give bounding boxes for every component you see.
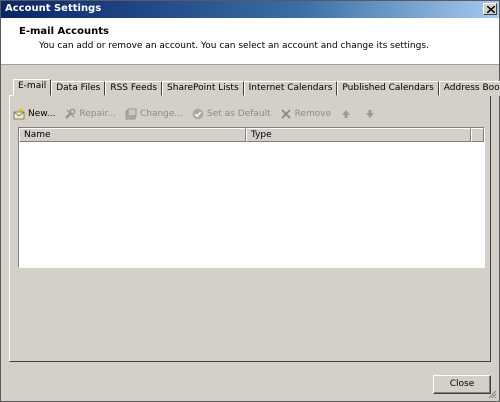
account-settings-dialog: Account Settings E-mail Accounts You can… [0, 0, 500, 402]
change-label: Change... [139, 109, 184, 119]
move-down-button[interactable] [364, 108, 379, 120]
change-button[interactable]: Change... [125, 108, 183, 120]
title-bar[interactable]: Account Settings [1, 1, 499, 18]
new-button[interactable]: New... [13, 108, 55, 120]
header-title: E-mail Accounts [19, 26, 109, 37]
column-header-name[interactable]: Name [19, 128, 246, 142]
header-panel: E-mail Accounts You can add or remove an… [1, 18, 499, 65]
column-header-type[interactable]: Type [246, 128, 471, 142]
checkmark-icon [192, 108, 204, 120]
tab-rss-feeds[interactable]: RSS Feeds [105, 81, 163, 96]
set-default-button[interactable]: Set as Default [192, 108, 271, 120]
remove-button[interactable]: Remove [280, 108, 332, 120]
repair-label: Repair... [79, 109, 116, 119]
remove-x-icon [280, 109, 291, 119]
window-title: Account Settings [5, 3, 102, 14]
list-header: Name Type [19, 128, 484, 142]
tab-internet-calendars[interactable]: Internet Calendars [243, 81, 338, 96]
set-default-label: Set as Default [207, 109, 271, 119]
new-label: New... [28, 109, 56, 119]
arrow-up-icon [342, 110, 351, 118]
tab-sharepoint-lists[interactable]: SharePoint Lists [162, 81, 244, 96]
tab-email[interactable]: E-mail [13, 79, 52, 96]
tab-address-books[interactable]: Address Books [438, 81, 500, 96]
close-icon [487, 6, 495, 13]
new-mail-icon [13, 108, 25, 120]
change-settings-icon [125, 108, 137, 120]
arrow-down-icon [366, 110, 375, 118]
account-toolbar: New... Repair... Change... Set as Defaul… [13, 106, 388, 122]
tab-data-files[interactable]: Data Files [51, 81, 106, 96]
remove-label: Remove [294, 109, 332, 119]
column-header-filler [471, 128, 484, 142]
move-up-button[interactable] [340, 108, 355, 120]
tab-strip: E-mail Data Files RSS Feeds SharePoint L… [13, 79, 500, 96]
repair-button[interactable]: Repair... [64, 108, 116, 120]
title-close-button[interactable] [483, 3, 497, 15]
tab-published-calendars[interactable]: Published Calendars [337, 81, 439, 96]
accounts-list[interactable]: Name Type [18, 127, 485, 268]
repair-tools-icon [65, 108, 76, 119]
resize-grip-icon[interactable] [487, 389, 497, 399]
header-description: You can add or remove an account. You ca… [39, 41, 429, 51]
close-button[interactable]: Close [433, 375, 491, 394]
